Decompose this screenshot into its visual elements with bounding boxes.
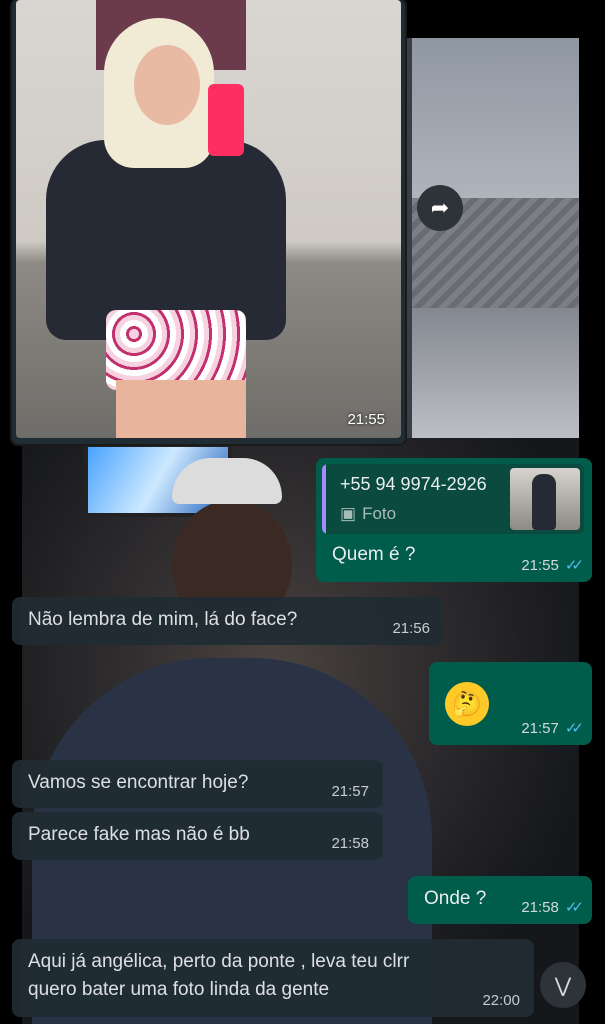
photo-legs [116, 380, 246, 438]
message-text: Não lembra de mim, lá do face? [28, 609, 298, 630]
thinking-emoji: 🤔 [445, 682, 489, 726]
thumbnail-figure [532, 474, 556, 530]
incoming-message[interactable]: Aqui já angélica, perto da ponte , leva … [12, 939, 534, 1017]
message-time: 21:55 [521, 556, 559, 574]
outgoing-message[interactable]: +55 94 9974-2926 ▣ Foto Quem é ? 21:55 ✓… [316, 458, 592, 582]
message-time: 21:57 [331, 783, 369, 800]
photo-face [134, 45, 200, 125]
message-meta: 21:55 ✓✓ [521, 556, 584, 575]
photo-message[interactable]: 21:55 [12, 0, 405, 444]
message-meta: 21:58 ✓✓ [521, 898, 584, 917]
quote-type: ▣ Foto [340, 504, 396, 524]
incoming-message[interactable]: Parece fake mas não é bb 21:58 [12, 812, 383, 860]
message-meta: 21:56 [392, 620, 430, 637]
reply-quote[interactable]: +55 94 9974-2926 ▣ Foto [322, 464, 584, 534]
message-meta: 21:58 [331, 835, 369, 852]
message-text: Vamos se encontrar hoje? [28, 772, 249, 793]
message-text-line-2: quero bater uma foto linda da gente [28, 979, 330, 1000]
message-meta: 22:00 [482, 992, 520, 1009]
message-meta: 21:57 [331, 783, 369, 800]
message-time: 22:00 [482, 992, 520, 1009]
message-text: Onde ? [424, 888, 487, 909]
message-meta: 21:57 ✓✓ [521, 719, 584, 738]
incoming-message[interactable]: Não lembra de mim, lá do face? 21:56 [12, 597, 444, 645]
message-text: Parece fake mas não é bb [28, 824, 250, 845]
photo-shorts [106, 310, 246, 390]
quote-sender: +55 94 9974-2926 [340, 474, 487, 494]
message-time: 21:57 [521, 719, 559, 737]
outgoing-message[interactable]: Onde ? 21:58 ✓✓ [408, 876, 592, 924]
double-check-icon: ✓✓ [564, 557, 584, 574]
photo-phone [208, 84, 244, 156]
message-text-line-1: Aqui já angélica, perto da ponte , leva … [28, 951, 410, 972]
quote-bar [322, 464, 326, 534]
message-photo[interactable]: 21:55 [16, 0, 401, 438]
quote-thumbnail [510, 468, 580, 530]
message-time: 21:58 [331, 835, 369, 852]
quote-type-label: Foto [362, 504, 397, 523]
outgoing-message[interactable]: 🤔 21:57 ✓✓ [429, 662, 592, 745]
double-chevron-down-icon[interactable]: ⋁ [540, 962, 586, 1008]
message-time: 21:58 [521, 898, 559, 916]
message-text: Quem é ? [332, 544, 416, 565]
photo-icon: ▣ [340, 504, 357, 523]
message-time: 21:56 [392, 620, 430, 637]
incoming-message[interactable]: Vamos se encontrar hoje? 21:57 [12, 760, 383, 808]
double-check-icon: ✓✓ [564, 720, 584, 737]
share-icon[interactable]: ➦ [417, 185, 463, 231]
wallpaper-person-cap [172, 458, 282, 504]
message-time: 21:55 [347, 411, 385, 428]
double-check-icon: ✓✓ [564, 899, 584, 916]
